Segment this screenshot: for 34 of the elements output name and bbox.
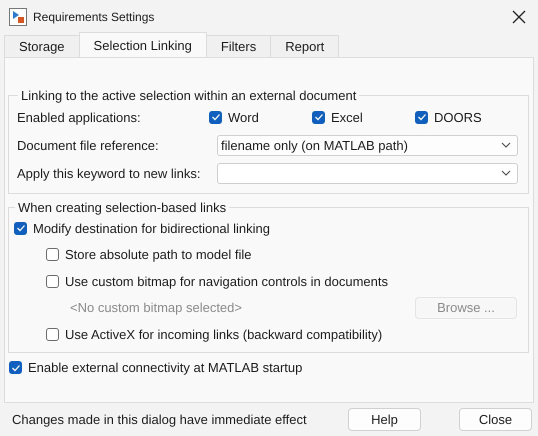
checkbox-label: Use ActiveX for incoming links (backward compatibility) bbox=[65, 326, 382, 342]
dialog-button[interactable]: Help bbox=[348, 408, 421, 431]
checkbox-label: Excel bbox=[331, 110, 363, 124]
status-text: Changes made in this dialog have immediate effect bbox=[12, 412, 308, 427]
checkbox[interactable] bbox=[14, 222, 27, 235]
checkbox[interactable] bbox=[9, 361, 22, 374]
checkbox[interactable] bbox=[312, 110, 325, 124]
checkbox-label: Use custom bitmap for navigation controls in documents bbox=[65, 274, 388, 289]
app-icon bbox=[9, 8, 27, 26]
group-title: When creating selection-based links bbox=[17, 200, 228, 215]
chevron-down-icon bbox=[501, 170, 511, 176]
window-title: Requirements Settings bbox=[33, 10, 156, 24]
group-title: Linking to the active selection within an external document bbox=[20, 88, 358, 103]
checkbox[interactable] bbox=[46, 274, 59, 288]
checkbox-label: Store absolute path to model file bbox=[65, 247, 252, 262]
chevron-down-icon bbox=[501, 142, 511, 148]
close-icon[interactable] bbox=[512, 10, 526, 24]
checkbox-label: Word bbox=[228, 110, 259, 124]
checkbox[interactable] bbox=[415, 110, 428, 124]
tab[interactable]: Selection Linking bbox=[78, 32, 207, 57]
field-label: Apply this keyword to new links: bbox=[17, 166, 202, 180]
checkbox[interactable] bbox=[46, 328, 59, 341]
checkbox-label: Modify destination for bidirectional linking bbox=[33, 220, 270, 236]
checkbox[interactable] bbox=[209, 110, 222, 124]
dialog-button[interactable]: Close bbox=[459, 408, 532, 431]
checkbox-label: Enable external connectivity at MATLAB startup bbox=[28, 360, 302, 376]
field-label: Enabled applications: bbox=[17, 110, 142, 124]
file-reference-dropdown[interactable]: filename only (on MATLAB path) bbox=[217, 134, 518, 156]
checkbox[interactable] bbox=[46, 248, 59, 262]
checkbox-label: DOORS bbox=[434, 110, 482, 124]
tab[interactable]: Storage bbox=[4, 35, 80, 57]
field-label: Document file reference: bbox=[17, 138, 160, 152]
tab[interactable]: Report bbox=[270, 35, 340, 57]
bitmap-path-text: <No custom bitmap selected> bbox=[70, 300, 242, 316]
